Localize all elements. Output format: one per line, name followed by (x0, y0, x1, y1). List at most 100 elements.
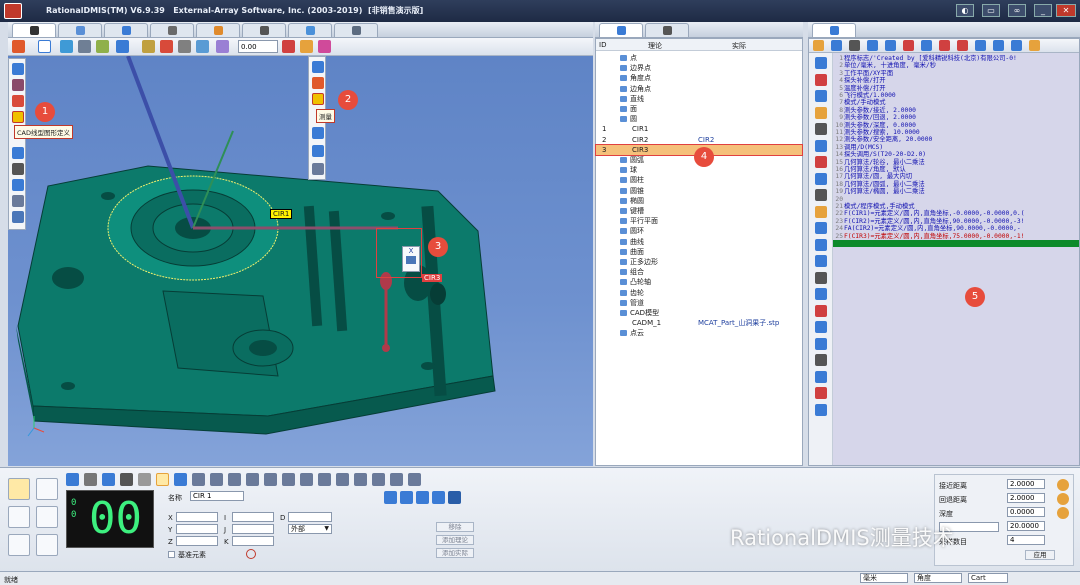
tree-row[interactable]: 边角点 (596, 84, 802, 94)
j-field[interactable] (232, 524, 274, 534)
tab-filter[interactable] (645, 23, 689, 37)
probe-popup[interactable]: X (402, 246, 420, 272)
program-side-icon[interactable] (815, 387, 827, 399)
program-tool-icon[interactable] (939, 40, 950, 51)
scan-icon[interactable] (12, 195, 24, 207)
tree-row[interactable]: 球 (596, 165, 802, 175)
feature-torus-icon[interactable] (300, 473, 313, 486)
program-tool-icon[interactable] (813, 40, 824, 51)
binoculars-icon[interactable]: ∞ (1008, 4, 1026, 17)
feature-line-icon[interactable] (120, 473, 133, 486)
code-line[interactable]: 9 测头参数/回退, 2.0000 (833, 114, 1079, 121)
tree-row[interactable]: 圆 (596, 114, 802, 124)
program-side-icon[interactable] (815, 73, 827, 86)
approach-gear-icon[interactable] (1057, 479, 1069, 491)
axis-button[interactable] (8, 534, 30, 556)
cad-curve-define-icon[interactable] (12, 111, 24, 123)
tab-tolerance[interactable] (242, 23, 286, 37)
tab-cad[interactable] (104, 23, 148, 37)
apply-button[interactable]: 应用 (1025, 550, 1055, 560)
k-field[interactable] (232, 536, 274, 546)
monitor-icon[interactable]: ▭ (982, 4, 1000, 17)
tab-report[interactable] (288, 23, 332, 37)
pin-icon[interactable] (12, 63, 24, 75)
probe-button[interactable] (8, 506, 30, 528)
code-line[interactable]: 22 F(CIR1)=元素定义/圆,内,直角坐标,-0.0000,-0.0000,… (833, 210, 1079, 217)
option-b-icon[interactable] (400, 491, 413, 504)
datum-checkbox[interactable] (168, 551, 175, 558)
tree-row[interactable]: 直线 (596, 94, 802, 104)
code-line[interactable]: 10 测头参数/深度, 0.0000 (833, 122, 1079, 129)
remove-button[interactable]: 移除 (436, 522, 474, 532)
layer-icon[interactable] (178, 40, 191, 53)
program-side-icon[interactable] (815, 222, 827, 234)
tree-row[interactable]: 圆锥 (596, 186, 802, 196)
program-side-icon[interactable] (815, 288, 827, 300)
cad-model-drawing[interactable] (8, 56, 593, 466)
code-line[interactable]: 7 模式/手动模式 (833, 99, 1079, 106)
i-field[interactable] (232, 512, 274, 522)
program-side-icon[interactable] (815, 90, 827, 102)
tree-row[interactable]: 面 (596, 104, 802, 114)
surface-point-icon[interactable] (12, 179, 24, 191)
target-icon[interactable] (246, 549, 256, 559)
code-line[interactable]: 19 几何算法/椭圆, 最小二乘法 (833, 188, 1079, 195)
program-tool-icon[interactable] (921, 40, 932, 51)
code-line[interactable]: 8 测头参数/接近, 2.0000 (833, 107, 1079, 114)
corner-point-icon[interactable] (12, 163, 24, 175)
code-line[interactable]: 17 几何算法/圆, 最大内切 (833, 173, 1079, 180)
program-tool-icon[interactable] (993, 40, 1004, 51)
program-tool-icon[interactable] (831, 40, 842, 51)
measure-icon-v[interactable] (312, 93, 324, 105)
code-line[interactable]: 4 探头补偿/打开 (833, 77, 1079, 84)
section-icon[interactable] (196, 40, 209, 53)
tab-probe[interactable] (196, 23, 240, 37)
tree-row[interactable]: CAD模型 (596, 308, 802, 318)
tab-machine[interactable] (12, 23, 56, 37)
name-field[interactable] (190, 491, 244, 501)
angle-select[interactable]: 角度 (914, 573, 962, 583)
code-line[interactable]: 18 几何算法/圆弧, 最小二乘法 (833, 181, 1079, 188)
program-side-icon[interactable] (815, 57, 827, 69)
feature-dot-icon[interactable] (84, 473, 97, 486)
tree-row[interactable]: 角度点 (596, 73, 802, 83)
feature-cam-icon[interactable] (390, 473, 403, 486)
depth-field[interactable] (1007, 507, 1045, 517)
tree-row[interactable]: 点 (596, 53, 802, 63)
color-icon[interactable] (160, 40, 173, 53)
code-line[interactable]: 25 F(CIR3)=元素定义/圆,内,直角坐标,75.0000,-0.0000,… (833, 233, 1079, 240)
code-line[interactable]: 14 探头调用/S(T20-20-D2.0) (833, 151, 1079, 158)
tree-row[interactable]: 键槽 (596, 206, 802, 216)
depth-gear-icon[interactable] (1057, 507, 1069, 519)
d-field[interactable] (288, 512, 332, 522)
code-line[interactable]: 11 测头参数/搜索, 10.0000 (833, 129, 1079, 136)
program-side-icon[interactable] (815, 238, 827, 251)
pointer-icon[interactable] (38, 40, 51, 53)
option-e-icon[interactable] (448, 491, 461, 504)
zoom-box-icon[interactable] (78, 40, 91, 53)
program-side-icon[interactable] (815, 189, 827, 201)
code-line[interactable]: 16 几何算法/角度, 默认 (833, 166, 1079, 173)
feature-cone-icon[interactable] (228, 473, 241, 486)
tool-f-icon[interactable] (312, 163, 324, 175)
code-line[interactable]: 6 飞行模式/1.0000 (833, 92, 1079, 99)
glasses-icon[interactable]: ◐ (956, 4, 974, 17)
program-tool-icon[interactable] (957, 40, 968, 51)
tree-row[interactable]: 正多边形 (596, 257, 802, 267)
feature-group-icon[interactable] (372, 473, 385, 486)
tool-d-icon[interactable] (312, 127, 324, 139)
program-tool-icon[interactable] (1011, 40, 1022, 51)
search-field[interactable] (1007, 521, 1045, 531)
add-theory-button[interactable]: 添加理论 (436, 535, 474, 545)
program-tool-icon[interactable] (975, 40, 986, 51)
approach-field[interactable] (1007, 479, 1045, 489)
tree-row[interactable]: 平行平面 (596, 216, 802, 226)
sample-field[interactable] (1007, 535, 1045, 545)
program-side-icon[interactable] (815, 139, 827, 152)
feature-polygon-icon[interactable] (354, 473, 367, 486)
feature-plane-icon[interactable] (138, 473, 151, 486)
program-side-icon[interactable] (815, 304, 827, 317)
tree-row[interactable]: 曲面 (596, 247, 802, 257)
code-line[interactable]: 20 (833, 196, 1079, 203)
program-code-editor[interactable]: 1 程序标志/'Created by [爱科精锐科技(北京)有限公司-0! 2 单位/… (833, 53, 1079, 465)
